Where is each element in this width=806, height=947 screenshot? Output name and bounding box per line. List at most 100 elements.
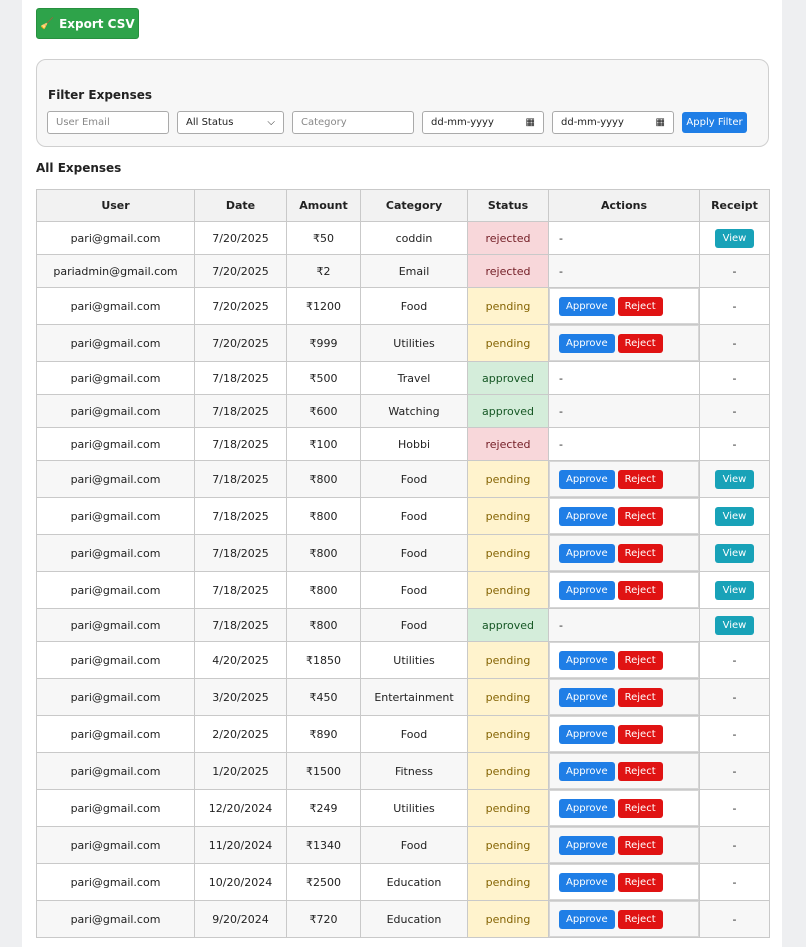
cell-amount: ₹100 [286, 427, 361, 461]
receipt-empty: - [732, 727, 737, 741]
cell-receipt: - [699, 900, 770, 938]
cell-amount: ₹999 [286, 324, 361, 362]
status-select[interactable]: All Status ⌵ [177, 111, 284, 134]
approve-button[interactable]: Approve [559, 687, 615, 707]
from-date-placeholder: dd-mm-yyyy [431, 117, 494, 128]
expenses-title: All Expenses [36, 161, 122, 175]
table-row: pariadmin@gmail.com 7/20/2025 ₹2 Email rejec… [36, 254, 770, 288]
view-receipt-button[interactable]: View [714, 543, 755, 563]
cell-date: 12/20/2024 [194, 789, 287, 827]
user-email-placeholder: User Email [56, 117, 110, 128]
view-receipt-button[interactable]: View [714, 615, 755, 635]
cell-category: Travel [360, 361, 468, 395]
approve-button[interactable]: Approve [559, 724, 615, 744]
user-email-input[interactable]: User Email [47, 111, 169, 134]
reject-button[interactable]: Reject [617, 909, 663, 929]
reject-button[interactable]: Reject [617, 506, 663, 526]
reject-button[interactable]: Reject [617, 650, 663, 670]
cell-status: pending [467, 534, 549, 572]
cell-date: 7/20/2025 [194, 254, 287, 288]
cell-user: pari@gmail.com [36, 678, 195, 716]
header-amount: Amount [286, 189, 361, 222]
view-receipt-button[interactable]: View [714, 580, 755, 600]
cell-category: Food [360, 608, 468, 642]
reject-button[interactable]: Reject [617, 872, 663, 892]
reject-button[interactable]: Reject [617, 469, 663, 489]
cell-date: 3/20/2025 [194, 678, 287, 716]
cell-user: pari@gmail.com [36, 497, 195, 535]
approve-button[interactable]: Approve [559, 835, 615, 855]
cell-user: pari@gmail.com [36, 789, 195, 827]
actions-empty: - [559, 371, 563, 385]
view-receipt-button[interactable]: View [714, 506, 755, 526]
header-actions: Actions [548, 189, 700, 222]
cell-status: pending [467, 789, 549, 827]
reject-button[interactable]: Reject [617, 296, 663, 316]
status-select-value: All Status [186, 117, 234, 128]
cell-category: Watching [360, 394, 468, 428]
calendar-icon[interactable]: ▦ [526, 117, 535, 128]
category-input[interactable]: Category [292, 111, 414, 134]
receipt-empty: - [732, 336, 737, 350]
apply-filter-button[interactable]: Apply Filter [682, 112, 747, 133]
cell-actions: Approve Reject [548, 863, 700, 901]
cell-category: coddin [360, 221, 468, 255]
cell-amount: ₹50 [286, 221, 361, 255]
cell-category: Food [360, 460, 468, 498]
cell-amount: ₹1500 [286, 752, 361, 790]
reject-button[interactable]: Reject [617, 835, 663, 855]
cell-actions: Approve Reject [548, 715, 700, 753]
reject-button[interactable]: Reject [617, 687, 663, 707]
approve-button[interactable]: Approve [559, 761, 615, 781]
admin-page: 🧹 Export CSV Filter Expenses User Email … [22, 0, 782, 947]
cell-status: pending [467, 826, 549, 864]
reject-button[interactable]: Reject [617, 333, 663, 353]
cell-status: pending [467, 571, 549, 609]
view-receipt-button[interactable]: View [714, 228, 755, 248]
cell-user: pari@gmail.com [36, 394, 195, 428]
approve-button[interactable]: Approve [559, 909, 615, 929]
cell-amount: ₹249 [286, 789, 361, 827]
cell-category: Food [360, 571, 468, 609]
calendar-icon[interactable]: ▦ [656, 117, 665, 128]
view-receipt-button[interactable]: View [714, 469, 755, 489]
approve-button[interactable]: Approve [559, 296, 615, 316]
to-date-input[interactable]: dd-mm-yyyy ▦ [552, 111, 674, 134]
table-row: pari@gmail.com 1/20/2025 ₹1500 Fitness pendi… [36, 752, 770, 790]
cell-user: pari@gmail.com [36, 826, 195, 864]
reject-button[interactable]: Reject [617, 580, 663, 600]
approve-button[interactable]: Approve [559, 798, 615, 818]
cell-actions: Approve Reject [548, 497, 700, 535]
cell-date: 7/18/2025 [194, 460, 287, 498]
cell-status: pending [467, 497, 549, 535]
approve-button[interactable]: Approve [559, 469, 615, 489]
approve-button[interactable]: Approve [559, 650, 615, 670]
cell-receipt: - [699, 715, 770, 753]
approve-button[interactable]: Approve [559, 506, 615, 526]
actions-empty: - [559, 618, 563, 632]
reject-button[interactable]: Reject [617, 761, 663, 781]
cell-user: pari@gmail.com [36, 608, 195, 642]
approve-button[interactable]: Approve [559, 872, 615, 892]
filter-title: Filter Expenses [48, 88, 153, 102]
cell-actions: Approve Reject [548, 789, 700, 827]
reject-button[interactable]: Reject [617, 543, 663, 563]
cell-receipt: - [699, 863, 770, 901]
export-csv-button[interactable]: 🧹 Export CSV [36, 8, 139, 39]
cell-user: pari@gmail.com [36, 900, 195, 938]
cell-date: 10/20/2024 [194, 863, 287, 901]
approve-button[interactable]: Approve [559, 333, 615, 353]
cell-amount: ₹800 [286, 497, 361, 535]
reject-button[interactable]: Reject [617, 798, 663, 818]
cell-amount: ₹720 [286, 900, 361, 938]
reject-button[interactable]: Reject [617, 724, 663, 744]
from-date-input[interactable]: dd-mm-yyyy ▦ [422, 111, 544, 134]
cell-amount: ₹800 [286, 571, 361, 609]
cell-category: Hobbi [360, 427, 468, 461]
table-row: pari@gmail.com 2/20/2025 ₹890 Food pending Ap… [36, 715, 770, 753]
approve-button[interactable]: Approve [559, 543, 615, 563]
cell-date: 7/18/2025 [194, 497, 287, 535]
approve-button[interactable]: Approve [559, 580, 615, 600]
cell-receipt: - [699, 826, 770, 864]
receipt-empty: - [732, 912, 737, 926]
